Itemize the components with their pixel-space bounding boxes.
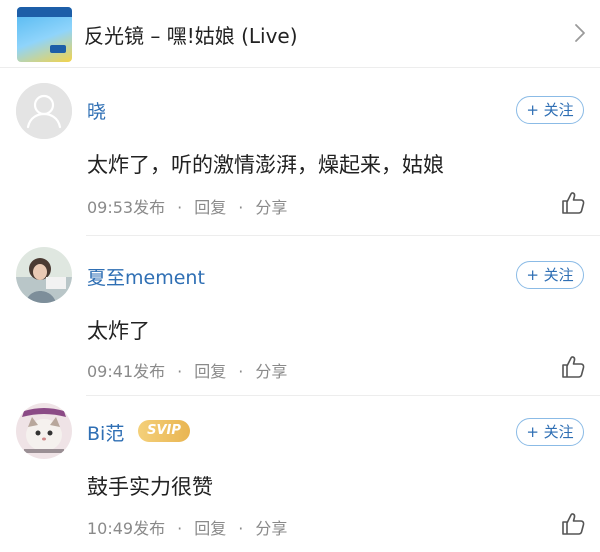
comment-item: 晓 + 关注 太炸了，听的激情澎湃，燥起来，姑娘 09:53发布 · 回复 · 分享 <box>0 68 600 236</box>
thumbs-up-icon[interactable] <box>560 190 586 216</box>
share-button[interactable]: 分享 <box>255 194 287 218</box>
reply-button[interactable]: 回复 <box>194 358 226 382</box>
thumbs-up-icon[interactable] <box>560 511 586 537</box>
reply-button[interactable]: 回复 <box>194 515 226 539</box>
follow-button[interactable]: + 关注 <box>516 96 584 124</box>
chevron-right-icon[interactable] <box>570 22 590 44</box>
separator: · <box>238 519 244 538</box>
default-avatar-icon <box>16 83 72 139</box>
avatar[interactable] <box>16 83 72 139</box>
avatar[interactable] <box>16 247 72 303</box>
username[interactable]: 晓 <box>87 97 106 124</box>
separator: · <box>177 362 183 381</box>
post-time: 09:53发布 <box>87 198 166 217</box>
user-photo <box>16 247 72 303</box>
comment-meta: 09:53发布 · 回复 · 分享 <box>87 194 287 218</box>
comment-meta: 10:49发布 · 回复 · 分享 <box>87 515 287 539</box>
reply-button[interactable]: 回复 <box>194 194 226 218</box>
follow-button[interactable]: + 关注 <box>516 261 584 289</box>
svip-badge: SVIP <box>138 420 190 442</box>
comment-text: 太炸了，听的激情澎湃，燥起来，姑娘 <box>87 153 444 177</box>
share-button[interactable]: 分享 <box>255 358 287 382</box>
separator: · <box>238 198 244 217</box>
cover-top-strip <box>17 7 72 17</box>
comment-meta: 09:41发布 · 回复 · 分享 <box>87 358 287 382</box>
comment-item: 夏至mement + 关注 太炸了 09:41发布 · 回复 · 分享 <box>0 236 600 396</box>
share-button[interactable]: 分享 <box>255 515 287 539</box>
post-time: 10:49发布 <box>87 519 166 538</box>
song-header[interactable]: 反光镜 – 嘿!姑娘 (Live) <box>0 0 600 68</box>
avatar[interactable] <box>16 403 72 459</box>
username[interactable]: Bi范 <box>87 419 124 446</box>
comment-item: Bi范 SVIP + 关注 鼓手实力很赞 10:49发布 · 回复 · 分享 <box>0 396 600 552</box>
username[interactable]: 夏至mement <box>87 263 205 290</box>
thumbs-up-icon[interactable] <box>560 354 586 380</box>
song-title: 反光镜 – 嘿!姑娘 (Live) <box>84 24 298 48</box>
separator: · <box>177 519 183 538</box>
cover-badge <box>50 45 66 53</box>
album-cover <box>17 7 72 62</box>
cat-avatar-photo <box>16 403 72 459</box>
follow-button[interactable]: + 关注 <box>516 418 584 446</box>
separator: · <box>238 362 244 381</box>
separator: · <box>177 198 183 217</box>
post-time: 09:41发布 <box>87 362 166 381</box>
comment-text: 鼓手实力很赞 <box>87 475 213 499</box>
comment-text: 太炸了 <box>87 319 150 343</box>
